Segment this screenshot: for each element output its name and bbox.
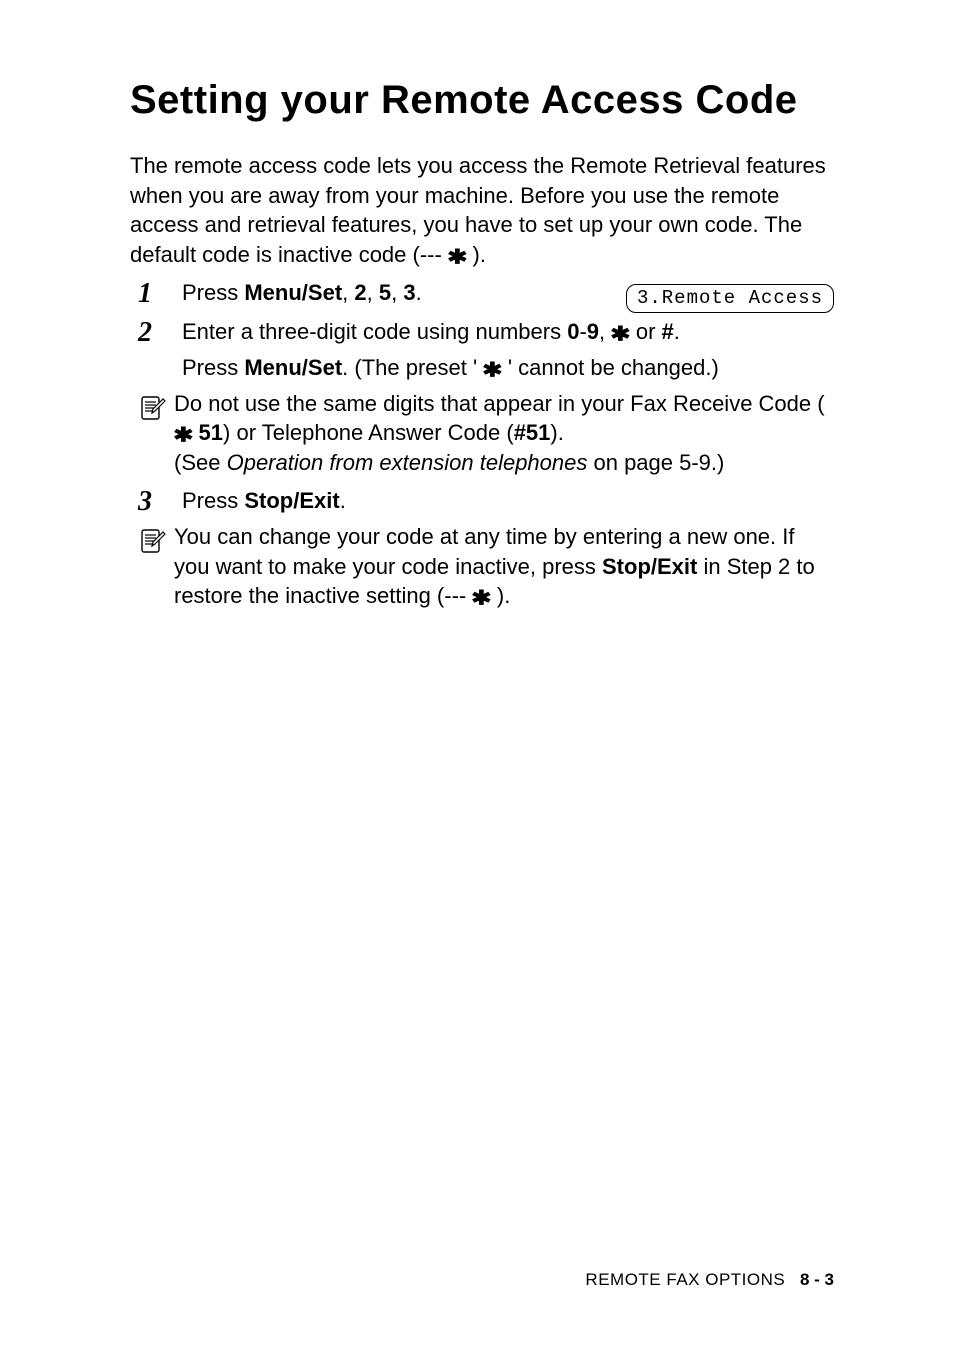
intro-text-after: ). bbox=[466, 242, 486, 267]
menu-set-label: Menu/Set bbox=[244, 280, 342, 305]
note-1: Do not use the same digits that appear i… bbox=[130, 389, 834, 478]
star-icon: ✱ bbox=[482, 357, 502, 384]
step-number: 3 bbox=[138, 486, 182, 516]
text: Enter a three-digit code using numbers bbox=[182, 319, 567, 344]
step-number: 2 bbox=[138, 317, 182, 347]
stop-exit-label: Stop/Exit bbox=[602, 554, 697, 579]
note-2: You can change your code at any time by … bbox=[130, 522, 834, 611]
telephone-answer-code: #51 bbox=[514, 420, 551, 445]
key-0: 0 bbox=[567, 319, 579, 344]
star-icon: ✱ bbox=[173, 422, 193, 449]
text: (See bbox=[174, 450, 227, 475]
note-2-body: You can change your code at any time by … bbox=[174, 522, 834, 611]
page-number: 8 - 3 bbox=[800, 1270, 834, 1289]
stop-exit-label: Stop/Exit bbox=[244, 488, 339, 513]
key-9: 9 bbox=[587, 319, 599, 344]
key-5: 5 bbox=[379, 280, 391, 305]
text: ' cannot be changed.) bbox=[502, 355, 719, 380]
step-2: 2 Enter a three-digit code using numbers… bbox=[130, 317, 834, 382]
text: , bbox=[367, 280, 379, 305]
text: , bbox=[342, 280, 354, 305]
note-icon bbox=[130, 522, 174, 556]
text: , bbox=[391, 280, 403, 305]
key-hash: # bbox=[662, 319, 674, 344]
step-2-line-2: Press Menu/Set. (The preset ' ✱ ' cannot… bbox=[182, 353, 834, 383]
fax-receive-code: 51 bbox=[192, 420, 223, 445]
step-1: 1 Press Menu/Set, 2, 5, 3. 3.Remote Acce… bbox=[130, 278, 834, 314]
star-icon: ✱ bbox=[610, 321, 630, 348]
text: on page 5-9.) bbox=[587, 450, 724, 475]
page-footer: REMOTE FAX OPTIONS 8 - 3 bbox=[585, 1270, 834, 1290]
star-icon: ✱ bbox=[447, 244, 467, 271]
text: ) or Telephone Answer Code ( bbox=[223, 420, 514, 445]
menu-set-label: Menu/Set bbox=[244, 355, 342, 380]
text: Press bbox=[182, 355, 244, 380]
star-icon: ✱ bbox=[471, 585, 491, 612]
key-3: 3 bbox=[403, 280, 415, 305]
text: Press bbox=[182, 280, 244, 305]
page-title: Setting your Remote Access Code bbox=[130, 78, 834, 123]
lcd-display: 3.Remote Access bbox=[626, 284, 834, 314]
text: Press bbox=[182, 488, 244, 513]
note-1-line-1: Do not use the same digits that appear i… bbox=[174, 389, 834, 448]
text: ). bbox=[550, 420, 563, 445]
text: . (The preset ' bbox=[342, 355, 483, 380]
text: or bbox=[630, 319, 662, 344]
step-number: 1 bbox=[138, 278, 182, 308]
text: Do not use the same digits that appear i… bbox=[174, 391, 825, 416]
text: . bbox=[340, 488, 346, 513]
step-3: 3 Press Stop/Exit. bbox=[130, 486, 834, 516]
cross-reference: Operation from extension telephones bbox=[227, 450, 588, 475]
key-2: 2 bbox=[354, 280, 366, 305]
text: . bbox=[674, 319, 680, 344]
intro-paragraph: The remote access code lets you access t… bbox=[130, 151, 834, 270]
step-2-line-1: Enter a three-digit code using numbers 0… bbox=[182, 317, 834, 347]
text: . bbox=[416, 280, 422, 305]
note-1-line-2: (See Operation from extension telephones… bbox=[174, 448, 834, 478]
step-1-text: Press Menu/Set, 2, 5, 3. bbox=[182, 278, 606, 308]
text: - bbox=[579, 319, 586, 344]
section-name: REMOTE FAX OPTIONS bbox=[585, 1270, 785, 1289]
text: ). bbox=[491, 583, 511, 608]
note-icon bbox=[130, 389, 174, 423]
